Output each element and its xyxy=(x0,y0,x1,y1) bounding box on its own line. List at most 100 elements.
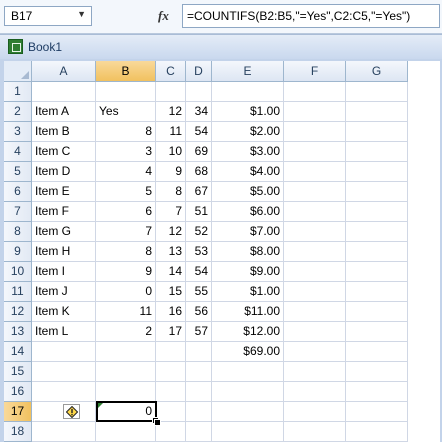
column-header-d[interactable]: D xyxy=(186,61,212,82)
row-header-1[interactable]: 1 xyxy=(4,82,32,102)
row-header-12[interactable]: 12 xyxy=(4,302,32,322)
row-header-9[interactable]: 9 xyxy=(4,242,32,262)
cell-b11[interactable]: 0 xyxy=(96,282,156,302)
row-header-16[interactable]: 16 xyxy=(4,382,32,402)
cell-d7[interactable]: 51 xyxy=(186,202,212,222)
cell-f4[interactable] xyxy=(284,142,346,162)
cell-b18[interactable] xyxy=(96,422,156,442)
select-all-button[interactable] xyxy=(4,61,32,82)
cell-e13[interactable]: $12.00 xyxy=(212,322,284,342)
row-header-5[interactable]: 5 xyxy=(4,162,32,182)
cell-c8[interactable]: 12 xyxy=(156,222,186,242)
column-header-f[interactable]: F xyxy=(284,61,346,82)
cell-a6[interactable]: Item E xyxy=(32,182,96,202)
cell-a5[interactable]: Item D xyxy=(32,162,96,182)
row-header-10[interactable]: 10 xyxy=(4,262,32,282)
cell-g9[interactable] xyxy=(346,242,408,262)
cell-g6[interactable] xyxy=(346,182,408,202)
cell-c6[interactable]: 8 xyxy=(156,182,186,202)
cell-g10[interactable] xyxy=(346,262,408,282)
cell-a15[interactable] xyxy=(32,362,96,382)
cell-d12[interactable]: 56 xyxy=(186,302,212,322)
cell-d3[interactable]: 54 xyxy=(186,122,212,142)
cell-b2[interactable]: Yes xyxy=(96,102,156,122)
formula-input[interactable]: =COUNTIFS(B2:B5,"=Yes",C2:C5,"=Yes") xyxy=(182,4,440,28)
cell-f12[interactable] xyxy=(284,302,346,322)
cell-a3[interactable]: Item B xyxy=(32,122,96,142)
row-header-2[interactable]: 2 xyxy=(4,102,32,122)
cell-b1[interactable] xyxy=(96,82,156,102)
column-header-c[interactable]: C xyxy=(156,61,186,82)
workbook-title-bar[interactable]: Book1 xyxy=(0,35,442,59)
cell-d15[interactable] xyxy=(186,362,212,382)
cell-f2[interactable] xyxy=(284,102,346,122)
cell-b17[interactable]: 0 xyxy=(96,402,156,422)
cell-d4[interactable]: 69 xyxy=(186,142,212,162)
cell-b15[interactable] xyxy=(96,362,156,382)
cell-c13[interactable]: 17 xyxy=(156,322,186,342)
fx-icon[interactable]: fx xyxy=(158,8,169,24)
cell-d6[interactable]: 67 xyxy=(186,182,212,202)
error-warning-icon[interactable] xyxy=(63,404,80,419)
cell-a1[interactable] xyxy=(32,82,96,102)
cell-f6[interactable] xyxy=(284,182,346,202)
cell-c1[interactable] xyxy=(156,82,186,102)
cell-d9[interactable]: 53 xyxy=(186,242,212,262)
cell-a18[interactable] xyxy=(32,422,96,442)
row-header-15[interactable]: 15 xyxy=(4,362,32,382)
column-header-g[interactable]: G xyxy=(346,61,408,82)
cell-c3[interactable]: 11 xyxy=(156,122,186,142)
cell-d16[interactable] xyxy=(186,382,212,402)
cell-b5[interactable]: 4 xyxy=(96,162,156,182)
cell-g14[interactable] xyxy=(346,342,408,362)
cell-a14[interactable] xyxy=(32,342,96,362)
cell-f13[interactable] xyxy=(284,322,346,342)
cell-c12[interactable]: 16 xyxy=(156,302,186,322)
cell-d1[interactable] xyxy=(186,82,212,102)
cell-e11[interactable]: $1.00 xyxy=(212,282,284,302)
row-header-11[interactable]: 11 xyxy=(4,282,32,302)
cell-c9[interactable]: 13 xyxy=(156,242,186,262)
cell-b7[interactable]: 6 xyxy=(96,202,156,222)
cell-d10[interactable]: 54 xyxy=(186,262,212,282)
cell-e10[interactable]: $9.00 xyxy=(212,262,284,282)
cell-b13[interactable]: 2 xyxy=(96,322,156,342)
cell-g1[interactable] xyxy=(346,82,408,102)
row-header-18[interactable]: 18 xyxy=(4,422,32,442)
cell-e15[interactable] xyxy=(212,362,284,382)
cell-g12[interactable] xyxy=(346,302,408,322)
cell-e7[interactable]: $6.00 xyxy=(212,202,284,222)
cell-b14[interactable] xyxy=(96,342,156,362)
cell-b16[interactable] xyxy=(96,382,156,402)
cell-e1[interactable] xyxy=(212,82,284,102)
cell-g15[interactable] xyxy=(346,362,408,382)
cell-d11[interactable]: 55 xyxy=(186,282,212,302)
cell-e6[interactable]: $5.00 xyxy=(212,182,284,202)
cell-e17[interactable] xyxy=(212,402,284,422)
cell-c14[interactable] xyxy=(156,342,186,362)
cell-c16[interactable] xyxy=(156,382,186,402)
row-header-13[interactable]: 13 xyxy=(4,322,32,342)
cell-a9[interactable]: Item H xyxy=(32,242,96,262)
cell-g8[interactable] xyxy=(346,222,408,242)
row-header-8[interactable]: 8 xyxy=(4,222,32,242)
cell-g18[interactable] xyxy=(346,422,408,442)
cell-g16[interactable] xyxy=(346,382,408,402)
cell-d8[interactable]: 52 xyxy=(186,222,212,242)
cell-a4[interactable]: Item C xyxy=(32,142,96,162)
cell-e18[interactable] xyxy=(212,422,284,442)
cell-d2[interactable]: 34 xyxy=(186,102,212,122)
cell-f10[interactable] xyxy=(284,262,346,282)
cell-f18[interactable] xyxy=(284,422,346,442)
row-header-3[interactable]: 3 xyxy=(4,122,32,142)
cell-f15[interactable] xyxy=(284,362,346,382)
fill-handle-icon[interactable] xyxy=(154,419,161,426)
cell-f14[interactable] xyxy=(284,342,346,362)
spreadsheet-grid[interactable]: A B C D E F G 1 2 Item A Yes 12 34 $1.00 3 Item B 8 11 54 $… xyxy=(4,61,440,442)
cell-e14[interactable]: $69.00 xyxy=(212,342,284,362)
cell-e2[interactable]: $1.00 xyxy=(212,102,284,122)
cell-g17[interactable] xyxy=(346,402,408,422)
cell-c7[interactable]: 7 xyxy=(156,202,186,222)
cell-e5[interactable]: $4.00 xyxy=(212,162,284,182)
cell-a10[interactable]: Item I xyxy=(32,262,96,282)
